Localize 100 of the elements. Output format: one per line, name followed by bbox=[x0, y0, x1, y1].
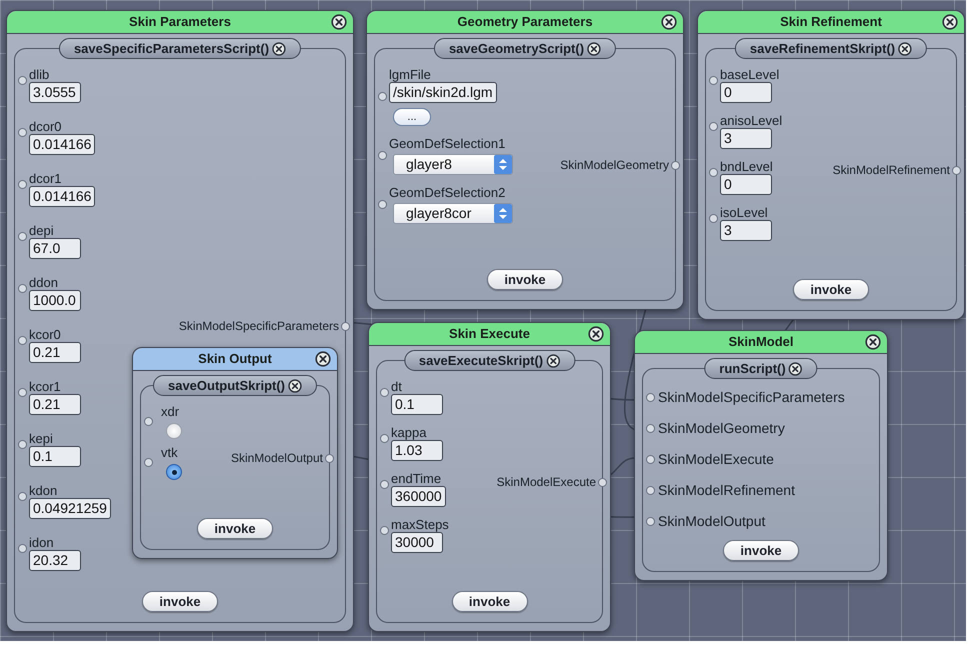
input-field[interactable]: 0.014166 bbox=[29, 186, 96, 207]
window-title-bar[interactable]: Skin Parameters bbox=[7, 11, 353, 34]
port-icon[interactable] bbox=[709, 76, 718, 85]
port-icon[interactable] bbox=[709, 122, 718, 131]
input-field[interactable]: 3 bbox=[720, 220, 772, 241]
port-icon[interactable] bbox=[341, 322, 350, 330]
port-icon[interactable] bbox=[378, 92, 387, 101]
window-title-bar[interactable]: Skin Refinement bbox=[698, 11, 964, 34]
window-title-bar[interactable]: Skin Execute bbox=[369, 323, 610, 346]
port-icon[interactable] bbox=[18, 388, 27, 397]
input-field[interactable]: 67.0 bbox=[29, 238, 81, 259]
node-window[interactable]: Skin Refinement saveRefinementSkript() baseLevel 0 anisoLevel 3 bndLevel 0 isoLevel 3 SkinModelRefinement invoke bbox=[697, 10, 965, 320]
close-icon[interactable] bbox=[331, 14, 347, 30]
input-field[interactable]: 1000.0 bbox=[29, 290, 81, 311]
input-field[interactable]: /skin/skin2d.lgm bbox=[389, 82, 497, 103]
port-icon[interactable] bbox=[380, 526, 389, 535]
input-field[interactable]: 0.1 bbox=[29, 446, 81, 467]
port-icon[interactable] bbox=[144, 458, 153, 467]
window-title-bar[interactable]: SkinModel bbox=[635, 331, 887, 354]
invoke-button[interactable]: invoke bbox=[487, 269, 563, 290]
close-icon[interactable] bbox=[587, 42, 602, 56]
port-icon[interactable] bbox=[671, 160, 680, 170]
radio-button[interactable] bbox=[166, 464, 182, 480]
close-icon[interactable] bbox=[272, 42, 286, 56]
stepper-icon bbox=[494, 204, 512, 223]
input-field[interactable]: 30000 bbox=[391, 532, 443, 553]
port-icon[interactable] bbox=[380, 434, 389, 443]
input-field[interactable]: 0.1 bbox=[391, 394, 443, 415]
port-icon[interactable] bbox=[646, 424, 655, 433]
browse-button[interactable]: ... bbox=[393, 108, 431, 126]
method-pill[interactable]: saveGeometryScript() bbox=[434, 38, 616, 59]
close-icon[interactable] bbox=[942, 14, 958, 30]
input-field[interactable]: 0.21 bbox=[29, 342, 81, 363]
port-icon[interactable] bbox=[325, 454, 334, 462]
input-field[interactable]: 1.03 bbox=[391, 440, 443, 461]
port-icon[interactable] bbox=[18, 284, 27, 293]
invoke-button[interactable]: invoke bbox=[197, 518, 273, 539]
port-icon[interactable] bbox=[646, 393, 655, 402]
input-field[interactable]: 3.0555 bbox=[29, 82, 81, 103]
port-icon[interactable] bbox=[18, 232, 27, 241]
close-icon[interactable] bbox=[788, 362, 803, 376]
close-icon[interactable] bbox=[315, 351, 331, 367]
port-icon[interactable] bbox=[952, 166, 961, 174]
input-field[interactable]: 360000 bbox=[391, 486, 446, 507]
close-icon[interactable] bbox=[546, 354, 560, 368]
method-pill[interactable]: saveSpecificParametersScript() bbox=[58, 38, 302, 59]
window-title: Geometry Parameters bbox=[457, 13, 593, 32]
node-window[interactable]: Geometry Parameters saveGeometryScript() lgmFile /skin/skin2d.lgm ... GeomDefSelection1 glayer8 GeomDefSelection2 glayer8cor SkinModelGeometry invoke bbox=[366, 10, 684, 310]
method-pill[interactable]: saveRefinementSkript() bbox=[734, 38, 928, 59]
input-field[interactable]: 0.014166 bbox=[29, 134, 96, 155]
radio-button[interactable] bbox=[166, 423, 182, 439]
input-label: SkinModelSpecificParameters bbox=[658, 388, 845, 407]
port-icon[interactable] bbox=[380, 388, 389, 397]
window-title-bar[interactable]: Skin Output bbox=[133, 348, 337, 371]
port-icon[interactable] bbox=[646, 455, 655, 464]
input-field[interactable]: 20.32 bbox=[29, 550, 81, 571]
port-icon[interactable] bbox=[378, 200, 387, 209]
method-pill[interactable]: saveExecuteSkript() bbox=[404, 350, 576, 371]
node-window[interactable]: Skin Execute saveExecuteSkript() dt 0.1 kappa 1.03 endTime 360000 maxSteps 30000 SkinModelExecute invoke bbox=[368, 322, 611, 632]
invoke-button[interactable]: invoke bbox=[142, 591, 218, 612]
method-name: saveOutputSkript() bbox=[168, 376, 285, 395]
port-icon[interactable] bbox=[18, 440, 27, 449]
port-icon[interactable] bbox=[144, 417, 153, 426]
port-icon[interactable] bbox=[646, 486, 655, 495]
method-pill[interactable]: runScript() bbox=[704, 358, 818, 379]
input-field[interactable]: 0.21 bbox=[29, 394, 81, 415]
input-field[interactable]: 0 bbox=[720, 174, 772, 195]
node-window[interactable]: SkinModel runScript() SkinModelSpecificParameters SkinModelGeometry SkinModelExecute SkinModelRefinement SkinModelOutput invoke bbox=[634, 330, 888, 581]
port-icon[interactable] bbox=[18, 76, 27, 85]
port-icon[interactable] bbox=[18, 128, 27, 137]
port-icon[interactable] bbox=[18, 544, 27, 553]
port-icon[interactable] bbox=[709, 168, 718, 177]
input-label: SkinModelOutput bbox=[658, 512, 766, 531]
port-icon[interactable] bbox=[709, 214, 718, 223]
close-icon[interactable] bbox=[661, 14, 677, 30]
method-pill[interactable]: saveOutputSkript() bbox=[153, 375, 317, 396]
invoke-button[interactable]: invoke bbox=[723, 540, 799, 561]
close-icon[interactable] bbox=[898, 42, 912, 56]
input-field[interactable]: 3 bbox=[720, 128, 772, 149]
port-icon[interactable] bbox=[18, 492, 27, 501]
dropdown[interactable]: glayer8 bbox=[393, 154, 513, 175]
port-icon[interactable] bbox=[378, 151, 387, 160]
port-icon[interactable] bbox=[380, 480, 389, 489]
input-label: kcor1 bbox=[29, 379, 62, 394]
input-label: GeomDefSelection1 bbox=[389, 136, 506, 151]
invoke-button[interactable]: invoke bbox=[452, 591, 528, 612]
input-label: kcor0 bbox=[29, 327, 62, 342]
port-icon[interactable] bbox=[598, 478, 607, 486]
input-field[interactable]: 0.04921259 bbox=[29, 498, 111, 519]
port-icon[interactable] bbox=[646, 517, 655, 526]
close-icon[interactable] bbox=[865, 334, 881, 350]
close-icon[interactable] bbox=[588, 326, 604, 342]
input-field[interactable]: 0 bbox=[720, 82, 772, 103]
input-label: GeomDefSelection2 bbox=[389, 185, 506, 200]
window-title-bar[interactable]: Geometry Parameters bbox=[367, 11, 683, 34]
close-icon[interactable] bbox=[288, 378, 302, 392]
port-icon[interactable] bbox=[18, 336, 27, 345]
dropdown[interactable]: glayer8cor bbox=[393, 203, 513, 224]
port-icon[interactable] bbox=[18, 180, 27, 189]
invoke-button[interactable]: invoke bbox=[793, 279, 869, 300]
